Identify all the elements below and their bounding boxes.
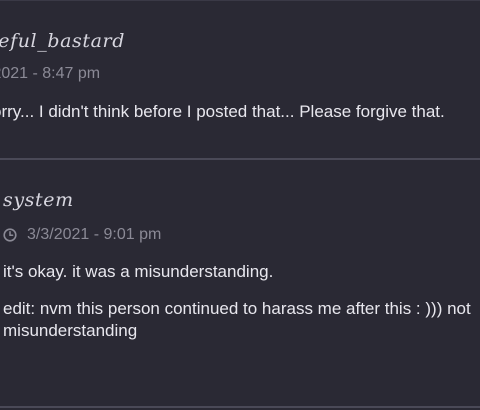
clock-icon (3, 228, 17, 242)
post-timestamp: /2021 - 8:47 pm (0, 65, 100, 83)
post-timestamp: 3/3/2021 - 9:01 pm (3, 226, 161, 244)
post-card: teful_bastard /2021 - 8:47 pm orry... I … (0, 0, 480, 160)
post-message-line: edit: nvm this person continued to haras… (3, 299, 471, 340)
post-message-line: it's okay. it was a misunderstanding. (3, 262, 274, 281)
post-divider (0, 158, 480, 160)
post-card: system 3/3/2021 - 9:01 pm it's okay. it … (0, 161, 480, 409)
message-thread: teful_bastard /2021 - 8:47 pm orry... I … (0, 0, 480, 410)
timestamp-text: 3/3/2021 - 9:01 pm (27, 226, 162, 243)
post-message: orry... I didn't think before I posted t… (0, 102, 445, 121)
timestamp-text: /2021 - 8:47 pm (0, 65, 101, 82)
post-author[interactable]: teful_bastard (0, 30, 125, 52)
post-author[interactable]: system (3, 189, 74, 211)
post-divider (0, 406, 480, 408)
